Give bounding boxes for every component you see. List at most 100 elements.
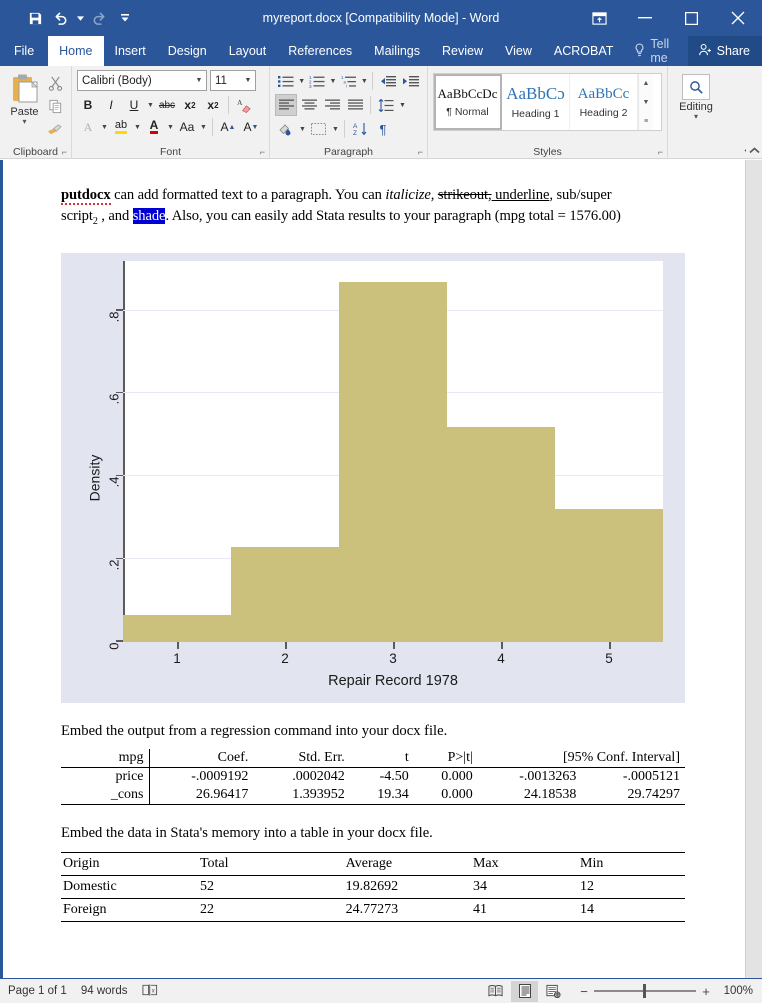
ribbon-display-options-icon[interactable]	[576, 0, 622, 36]
numbering-icon[interactable]: 123	[306, 70, 328, 92]
format-painter-icon[interactable]	[44, 119, 66, 139]
styles-scroll-up-icon[interactable]: ▲	[639, 74, 653, 92]
justify-button[interactable]	[344, 94, 366, 116]
change-case-button[interactable]: Aa	[176, 116, 198, 138]
clipboard-dialog-launcher-icon[interactable]: ⌐	[62, 147, 67, 157]
cut-icon[interactable]	[44, 73, 66, 93]
document-area[interactable]: putdocx can add formatted text to a para…	[0, 142, 762, 978]
subscript-button[interactable]: x2	[179, 94, 201, 116]
numbering-dropdown-icon[interactable]: ▼	[329, 78, 337, 85]
zoom-thumb[interactable]	[643, 984, 646, 998]
document-body[interactable]: putdocx can add formatted text to a para…	[61, 185, 685, 922]
style-normal[interactable]: AaBbCcDc ¶ Normal	[434, 74, 502, 130]
text-effects-button[interactable]: A	[77, 116, 99, 138]
bold-button[interactable]: B	[77, 94, 99, 116]
decrease-indent-icon[interactable]	[377, 70, 399, 92]
font-dialog-launcher-icon[interactable]: ⌐	[260, 147, 265, 157]
word-count[interactable]: 94 words	[81, 985, 128, 997]
underline-dropdown-icon[interactable]: ▼	[146, 102, 155, 109]
style-heading-2[interactable]: AaBbCc Heading 2	[570, 74, 638, 130]
styles-more-icon[interactable]: ≡	[639, 112, 653, 130]
grow-font-button[interactable]: A ▲	[217, 116, 239, 138]
print-layout-icon[interactable]	[511, 980, 538, 1002]
bullets-icon[interactable]	[275, 70, 297, 92]
paste-button[interactable]: Paste ▾	[5, 71, 44, 139]
shrink-font-button[interactable]: A ▼	[240, 116, 262, 138]
tab-view[interactable]: View	[494, 36, 543, 66]
tab-layout[interactable]: Layout	[218, 36, 278, 66]
zoom-in-button[interactable]: +	[701, 984, 711, 999]
page-indicator[interactable]: Page 1 of 1	[8, 985, 67, 997]
find-icon[interactable]	[682, 74, 710, 100]
styles-scroll-down-icon[interactable]: ▼	[639, 93, 653, 111]
style-heading-1[interactable]: AaBbCɔ Heading 1	[502, 74, 570, 130]
close-icon[interactable]	[714, 0, 762, 36]
multilevel-list-dropdown-icon[interactable]: ▼	[361, 78, 368, 85]
read-mode-icon[interactable]	[482, 981, 509, 1002]
sort-icon[interactable]: AZ	[349, 118, 371, 140]
save-icon[interactable]	[22, 5, 48, 31]
center-button[interactable]	[298, 94, 320, 116]
align-right-button[interactable]	[321, 94, 343, 116]
shading-dropdown-icon[interactable]: ▼	[298, 126, 307, 133]
multilevel-list-icon[interactable]: 1ai	[338, 70, 360, 92]
text-highlight-color-button[interactable]: ab	[110, 116, 132, 138]
undo-icon[interactable]	[48, 5, 74, 31]
font-size-dropdown-icon[interactable]: ▼	[241, 77, 255, 84]
undo-dropdown-icon[interactable]	[74, 5, 86, 31]
tell-me-search[interactable]: Tell me	[624, 36, 687, 66]
tab-insert[interactable]: Insert	[104, 36, 157, 66]
styles-dialog-launcher-icon[interactable]: ⌐	[658, 147, 663, 157]
tab-file[interactable]: File	[0, 36, 48, 66]
font-color-dropdown-icon[interactable]: ▼	[166, 124, 175, 131]
clear-formatting-icon[interactable]: A	[233, 94, 255, 116]
tab-design[interactable]: Design	[157, 36, 218, 66]
redo-icon[interactable]	[86, 5, 112, 31]
editing-dropdown-icon[interactable]: ▾	[668, 113, 724, 121]
text-effects-dropdown-icon[interactable]: ▼	[100, 124, 109, 131]
paragraph-dialog-launcher-icon[interactable]: ⌐	[418, 147, 423, 157]
proofing-errors-icon[interactable]: x	[141, 983, 158, 1000]
underline-button[interactable]: U	[123, 94, 145, 116]
line-spacing-icon[interactable]	[375, 94, 397, 116]
scroll-up-icon[interactable]	[746, 142, 762, 158]
zoom-out-button[interactable]: −	[579, 984, 589, 999]
font-name-dropdown-icon[interactable]: ▼	[192, 77, 206, 84]
font-size-combo[interactable]: 11 ▼	[210, 70, 256, 91]
bullets-dropdown-icon[interactable]: ▼	[298, 78, 305, 85]
maximize-icon[interactable]	[668, 0, 714, 36]
zoom-slider[interactable]: − +	[579, 984, 711, 999]
font-name-combo[interactable]: Calibri (Body) ▼	[77, 70, 207, 91]
document-page[interactable]: putdocx can add formatted text to a para…	[3, 160, 738, 978]
table-header-cell: mpg	[61, 748, 150, 768]
show-formatting-marks-icon[interactable]: ¶	[372, 118, 394, 140]
share-button[interactable]: Share	[687, 36, 762, 66]
tab-acrobat[interactable]: ACROBAT	[543, 36, 625, 66]
tab-home[interactable]: Home	[48, 36, 104, 66]
zoom-level[interactable]: 100%	[719, 985, 753, 997]
align-left-button[interactable]	[275, 94, 297, 116]
vertical-scrollbar[interactable]	[745, 142, 762, 978]
web-layout-icon[interactable]	[540, 981, 567, 1002]
tab-references[interactable]: References	[277, 36, 363, 66]
customize-quick-access-toolbar-icon[interactable]	[112, 5, 138, 31]
increase-indent-icon[interactable]	[400, 70, 422, 92]
superscript-button[interactable]: x2	[202, 94, 224, 116]
editing-button[interactable]: Editing ▾	[668, 66, 724, 121]
copy-icon[interactable]	[44, 96, 66, 116]
tab-review[interactable]: Review	[431, 36, 494, 66]
change-case-dropdown-icon[interactable]: ▼	[199, 124, 208, 131]
line-spacing-dropdown-icon[interactable]: ▼	[398, 102, 407, 109]
minimize-icon[interactable]	[622, 0, 668, 36]
styles-gallery-scrollbar[interactable]: ▲ ▼ ≡	[638, 74, 653, 130]
zoom-track[interactable]	[594, 984, 696, 998]
font-color-button[interactable]: A	[143, 116, 165, 138]
paste-dropdown-icon[interactable]: ▾	[5, 118, 44, 126]
tab-mailings[interactable]: Mailings	[363, 36, 431, 66]
italic-button[interactable]: I	[100, 94, 122, 116]
strikethrough-button[interactable]: abc	[156, 94, 178, 116]
shading-icon[interactable]	[275, 118, 297, 140]
borders-dropdown-icon[interactable]: ▼	[331, 126, 340, 133]
highlight-dropdown-icon[interactable]: ▼	[133, 124, 142, 131]
borders-icon[interactable]	[308, 118, 330, 140]
